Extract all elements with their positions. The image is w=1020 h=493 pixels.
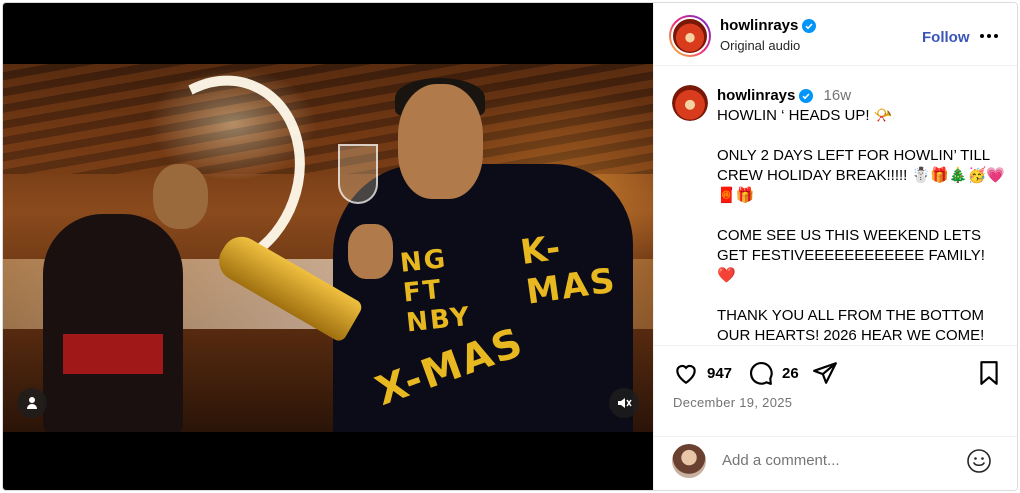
caption-time[interactable]: 16w	[824, 87, 852, 104]
actions-bar: 947 26 December 19, 2025	[654, 347, 1017, 437]
share-icon[interactable]	[812, 360, 838, 386]
more-icon	[979, 34, 1000, 38]
comment-input[interactable]	[722, 452, 952, 469]
comment-icon[interactable]	[748, 360, 774, 386]
hand-graphic	[348, 224, 393, 279]
person-tag-icon	[27, 397, 37, 409]
caption-avatar[interactable]	[672, 85, 708, 121]
more-options-button[interactable]	[977, 26, 1001, 46]
profile-avatar[interactable]	[669, 15, 711, 57]
person-left-head-graphic	[153, 164, 208, 229]
like-count[interactable]: 947	[707, 365, 732, 382]
sweater-text-front: NG FT NBY	[398, 244, 473, 339]
like-group: 947	[673, 360, 732, 386]
verified-icon	[799, 89, 814, 104]
emoji-icon[interactable]	[966, 448, 992, 474]
post-sidebar: howlinrays Original audio Follow howlinr…	[653, 3, 1017, 490]
post-header: howlinrays Original audio Follow	[654, 3, 1017, 66]
caption-text: HOWLIN ‘ HEADS UP! 📯 ONLY 2 DAYS LEFT FO…	[717, 107, 1005, 344]
mute-icon	[618, 398, 632, 408]
post-date[interactable]: December 19, 2025	[673, 395, 792, 410]
wine-glass-graphic	[338, 144, 378, 204]
video-panel[interactable]: K-MAS X-MAS NG FT NBY	[3, 3, 653, 490]
post-modal: K-MAS X-MAS NG FT NBY howlinrays Origina…	[2, 2, 1018, 491]
sweater-stripe-graphic	[63, 334, 163, 374]
viewer-avatar	[672, 444, 706, 478]
comment-group: 26	[748, 360, 799, 386]
save-group	[976, 360, 1002, 386]
audio-label[interactable]: Original audio	[720, 38, 816, 53]
person-main-head-graphic	[398, 84, 483, 199]
comment-bar	[654, 438, 1017, 490]
video-frame[interactable]: K-MAS X-MAS NG FT NBY	[3, 64, 653, 432]
avatar-image	[671, 17, 709, 55]
verified-icon	[802, 18, 817, 33]
heart-icon[interactable]	[673, 360, 699, 386]
header-username[interactable]: howlinrays	[720, 17, 798, 34]
caption-header: howlinrays 16w	[717, 87, 851, 104]
share-group	[812, 360, 838, 386]
sweater-text-k-mas: K-MAS	[518, 227, 619, 313]
mute-button[interactable]	[609, 388, 639, 418]
comment-count[interactable]: 26	[782, 365, 799, 382]
caption-section: howlinrays 16w HOWLIN ‘ HEADS UP! 📯 ONLY…	[654, 67, 1017, 346]
caption-username[interactable]: howlinrays	[717, 87, 795, 104]
follow-button[interactable]: Follow	[922, 29, 970, 46]
tag-people-button[interactable]	[17, 388, 47, 418]
ceiling-graphic	[3, 64, 653, 174]
person-left-graphic	[43, 214, 183, 432]
bookmark-icon[interactable]	[976, 360, 1002, 386]
caption-avatar-image	[672, 85, 708, 121]
header-user-block: howlinrays Original audio	[720, 17, 817, 53]
